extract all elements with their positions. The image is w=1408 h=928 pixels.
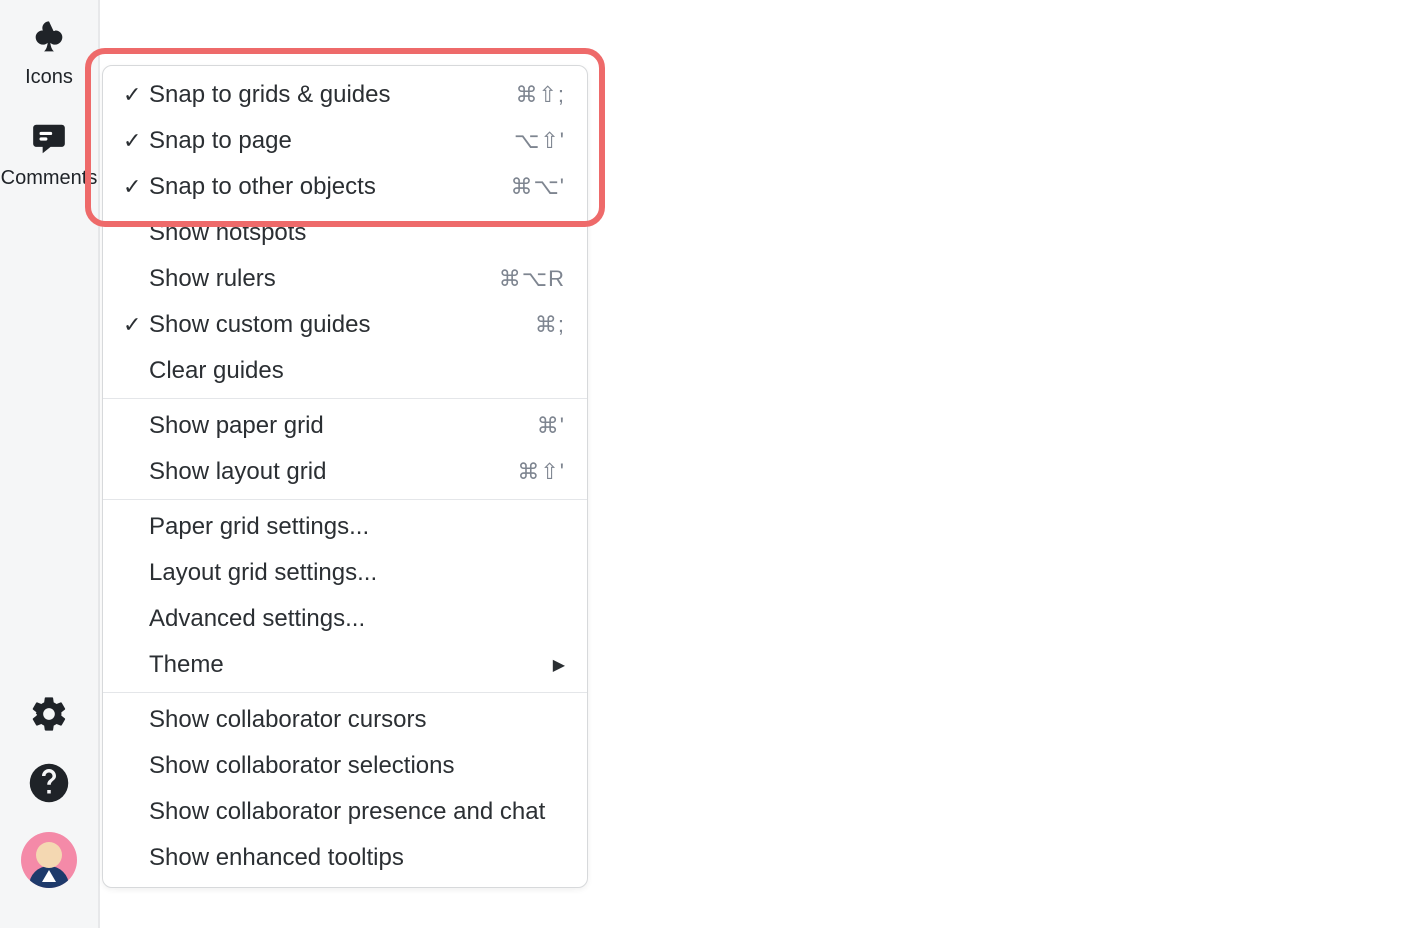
check-icon: ✓: [123, 128, 149, 154]
sidebar-item-comments[interactable]: Comments: [0, 119, 98, 190]
menu-item[interactable]: Paper grid settings...: [103, 504, 587, 550]
menu-item[interactable]: Show paper grid⌘': [103, 403, 587, 449]
menu-item[interactable]: Show collaborator cursors: [103, 697, 587, 743]
menu-item[interactable]: Show layout grid⌘⇧': [103, 449, 587, 495]
menu-item-label: Layout grid settings...: [149, 559, 565, 587]
menu-item-label: Show layout grid: [149, 458, 517, 486]
menu-item-label: Advanced settings...: [149, 605, 565, 633]
menu-item[interactable]: Show collaborator presence and chat: [103, 789, 587, 835]
check-icon: ✓: [123, 82, 149, 108]
check-icon: ✓: [123, 312, 149, 338]
menu-item[interactable]: ✓Snap to page⌥⇧': [103, 118, 587, 164]
menu-item-label: Show collaborator presence and chat: [149, 798, 565, 826]
menu-divider: [103, 692, 587, 693]
menu-divider: [103, 499, 587, 500]
gear-icon[interactable]: [29, 694, 69, 734]
menu-item-shortcut: ⌘;: [535, 312, 565, 338]
menu-item[interactable]: ✓Snap to other objects⌘⌥': [103, 164, 587, 210]
menu-item-shortcut: ⌘⇧': [517, 459, 565, 485]
club-icon: [29, 18, 69, 58]
sidebar-bottom: [21, 694, 77, 928]
menu-item-label: Snap to page: [149, 127, 514, 155]
menu-item-label: Paper grid settings...: [149, 513, 565, 541]
menu-item[interactable]: Show collaborator selections: [103, 743, 587, 789]
comment-icon: [29, 119, 69, 159]
menu-item-shortcut: ⌘': [537, 413, 565, 439]
menu-item[interactable]: ✓Snap to grids & guides⌘⇧;: [103, 72, 587, 118]
menu-item[interactable]: Show rulers⌘⌥R: [103, 256, 587, 302]
submenu-arrow-icon: ▶: [553, 655, 565, 675]
menu-item[interactable]: Show enhanced tooltips: [103, 835, 587, 881]
help-icon[interactable]: [28, 762, 70, 804]
menu-item-label: Theme: [149, 651, 545, 679]
menu-item-label: Clear guides: [149, 357, 565, 385]
menu-item-shortcut: ⌘⌥R: [499, 266, 565, 292]
sidebar-item-label: Icons: [25, 66, 73, 89]
menu-item-label: Show hotspots: [149, 219, 565, 247]
avatar[interactable]: [21, 832, 77, 888]
menu-item[interactable]: Layout grid settings...: [103, 550, 587, 596]
menu-item-shortcut: ⌥⇧': [514, 128, 565, 154]
menu-item-label: Show enhanced tooltips: [149, 844, 565, 872]
menu-item-label: Show rulers: [149, 265, 499, 293]
menu-item-shortcut: ⌘⇧;: [515, 82, 565, 108]
menu-item[interactable]: Advanced settings...: [103, 596, 587, 642]
sidebar-item-label: Comments: [1, 167, 98, 190]
sidebar-item-icons[interactable]: Icons: [0, 18, 98, 89]
check-icon: ✓: [123, 174, 149, 200]
menu-item[interactable]: ✓Show custom guides⌘;: [103, 302, 587, 348]
menu-item[interactable]: Clear guides: [103, 348, 587, 394]
sidebar-top: Icons Comments: [0, 0, 98, 220]
menu-divider: [103, 398, 587, 399]
menu-item[interactable]: Show hotspots: [103, 210, 587, 256]
menu-item-label: Snap to other objects: [149, 173, 510, 201]
menu-item-label: Show custom guides: [149, 311, 535, 339]
menu-item-label: Show paper grid: [149, 412, 537, 440]
menu-item-shortcut: ⌘⌥': [510, 174, 565, 200]
context-menu: ✓Snap to grids & guides⌘⇧;✓Snap to page⌥…: [102, 65, 588, 888]
menu-item-label: Show collaborator cursors: [149, 706, 565, 734]
menu-item-label: Show collaborator selections: [149, 752, 565, 780]
sidebar: Icons Comments: [0, 0, 100, 928]
menu-item-label: Snap to grids & guides: [149, 81, 515, 109]
menu-item[interactable]: Theme ▶: [103, 642, 587, 688]
